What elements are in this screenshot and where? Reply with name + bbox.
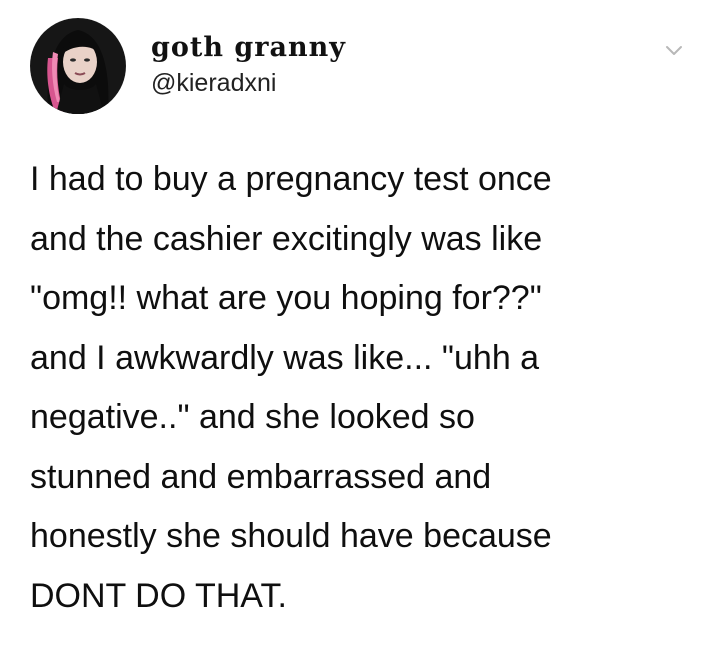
tweet-text-line: negative.." and she looked so	[30, 398, 475, 436]
author-names: goth granny @kieradxni	[151, 32, 346, 98]
avatar[interactable]	[30, 18, 126, 114]
tweet-text-line: honestly she should have because	[30, 517, 552, 555]
tweet-text-line: and the cashier excitingly was like	[30, 219, 543, 258]
tweet-text: I had to buy a pregnancy test once and t…	[30, 150, 700, 626]
tweet-card: goth granny @kieradxni I had to buy a pr…	[0, 0, 720, 649]
display-name[interactable]: goth granny	[151, 32, 346, 64]
tweet-header: goth granny @kieradxni	[30, 18, 690, 114]
tweet-text-line: DONT DO THAT.	[30, 576, 287, 615]
user-handle[interactable]: @kieradxni	[151, 68, 346, 98]
tweet-text-line: I had to buy a pregnancy test once	[30, 160, 552, 198]
tweet-text-line: "omg!! what are you hoping for??"	[30, 279, 542, 317]
chevron-down-icon[interactable]	[662, 38, 686, 62]
tweet-text-line: stunned and embarrassed and	[30, 457, 492, 496]
profile-avatar-icon	[30, 18, 126, 114]
tweet-text-line: and I awkwardly was like... "uhh a	[30, 338, 540, 377]
